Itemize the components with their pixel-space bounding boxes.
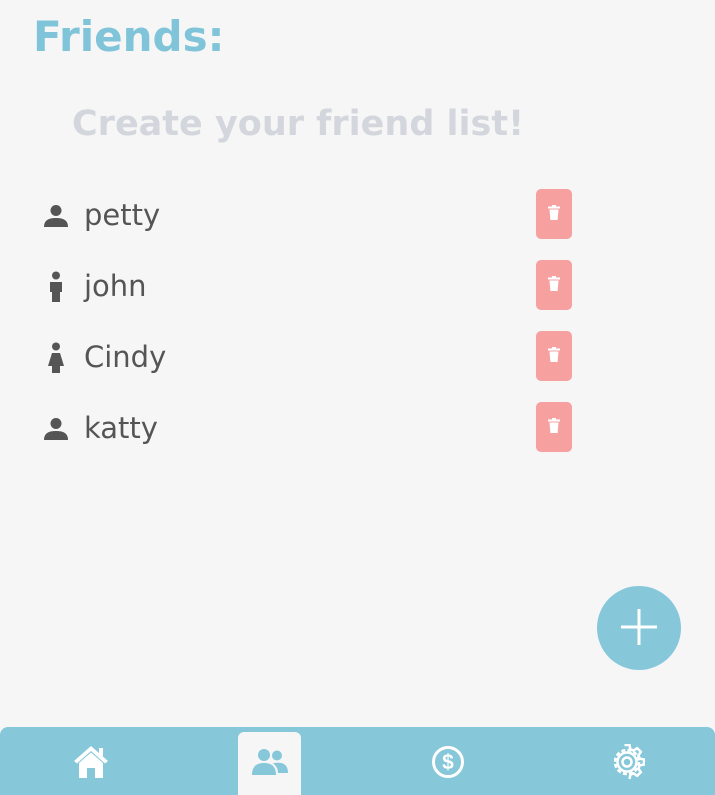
delete-friend-button[interactable] bbox=[536, 189, 572, 239]
nav-friends[interactable] bbox=[238, 732, 301, 795]
friend-row: petty bbox=[0, 188, 715, 259]
nav-home[interactable] bbox=[59, 732, 122, 795]
friends-screen: Friends: Create your friend list! petty bbox=[0, 0, 715, 795]
friend-row: john bbox=[0, 259, 715, 330]
friend-list-hint: Create your friend list! bbox=[72, 104, 525, 144]
add-friend-button[interactable] bbox=[597, 586, 681, 670]
delete-friend-button[interactable] bbox=[536, 331, 572, 381]
trash-icon bbox=[547, 346, 561, 366]
friend-row: katty bbox=[0, 401, 715, 472]
home-icon bbox=[72, 744, 110, 784]
woman-icon bbox=[40, 342, 72, 374]
bottom-nav: $ bbox=[0, 727, 715, 795]
friend-name: katty bbox=[84, 411, 158, 445]
gear-icon bbox=[609, 743, 645, 784]
friend-name: john bbox=[84, 269, 147, 303]
person-icon bbox=[40, 200, 72, 232]
page-title: Friends: bbox=[33, 12, 225, 61]
trash-icon bbox=[547, 417, 561, 437]
trash-icon bbox=[547, 204, 561, 224]
nav-money[interactable]: $ bbox=[416, 732, 479, 795]
friend-name: Cindy bbox=[84, 340, 167, 374]
friend-name: petty bbox=[84, 198, 161, 232]
svg-text:$: $ bbox=[442, 751, 454, 774]
friend-row: Cindy bbox=[0, 330, 715, 401]
dollar-circle-icon: $ bbox=[431, 745, 465, 783]
delete-friend-button[interactable] bbox=[536, 260, 572, 310]
man-icon bbox=[40, 271, 72, 303]
trash-icon bbox=[547, 275, 561, 295]
people-icon bbox=[251, 747, 289, 781]
nav-settings[interactable] bbox=[595, 732, 658, 795]
plus-icon bbox=[619, 607, 659, 650]
delete-friend-button[interactable] bbox=[536, 402, 572, 452]
person-icon bbox=[40, 413, 72, 445]
friend-list: petty john Cindy katty bbox=[0, 188, 715, 472]
